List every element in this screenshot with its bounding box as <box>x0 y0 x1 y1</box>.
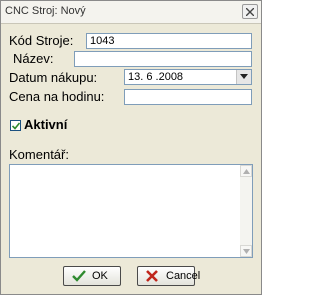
vertical-scrollbar[interactable] <box>240 165 252 257</box>
komentar-label: Komentář: <box>9 147 69 162</box>
ok-label: OK <box>92 270 108 282</box>
komentar-textarea[interactable] <box>9 164 253 258</box>
cancel-label: Cancel <box>166 270 201 282</box>
datum-nakupu-picker[interactable]: 13. 6 .2008 <box>124 69 252 85</box>
checkmark-icon <box>72 270 86 282</box>
close-button[interactable] <box>242 4 258 19</box>
x-icon <box>146 270 158 282</box>
chevron-down-icon <box>240 74 248 79</box>
kod-stroje-value: 1043 <box>90 35 115 47</box>
chevron-down-icon <box>243 249 250 254</box>
scroll-down-button[interactable] <box>240 245 252 257</box>
aktivni-label[interactable]: Aktivní <box>24 117 67 132</box>
close-icon <box>246 8 254 16</box>
cancel-button[interactable]: Cancel <box>137 266 200 286</box>
chevron-up-icon <box>243 169 250 174</box>
ok-button[interactable]: OK <box>63 266 121 286</box>
cena-na-hodinu-input[interactable] <box>124 89 252 105</box>
cena-na-hodinu-label: Cena na hodinu: <box>9 89 105 104</box>
aktivni-checkbox[interactable] <box>10 120 21 131</box>
dialog-window: CNC Stroj: Nový Kód Stroje: 1043 Název: … <box>0 0 262 295</box>
datum-nakupu-value: 13. 6 .2008 <box>128 71 184 83</box>
title-bar[interactable]: CNC Stroj: Nový <box>1 1 261 24</box>
checkmark-icon <box>12 122 20 130</box>
nazev-label: Název: <box>13 51 54 66</box>
scroll-up-button[interactable] <box>240 165 252 177</box>
datum-nakupu-label: Datum nákupu: <box>9 70 98 85</box>
nazev-input[interactable] <box>74 51 252 67</box>
kod-stroje-label: Kód Stroje: <box>9 33 74 48</box>
window-title: CNC Stroj: Nový <box>5 5 86 17</box>
kod-stroje-input[interactable]: 1043 <box>86 33 252 49</box>
datum-dropdown-button[interactable] <box>236 70 251 84</box>
